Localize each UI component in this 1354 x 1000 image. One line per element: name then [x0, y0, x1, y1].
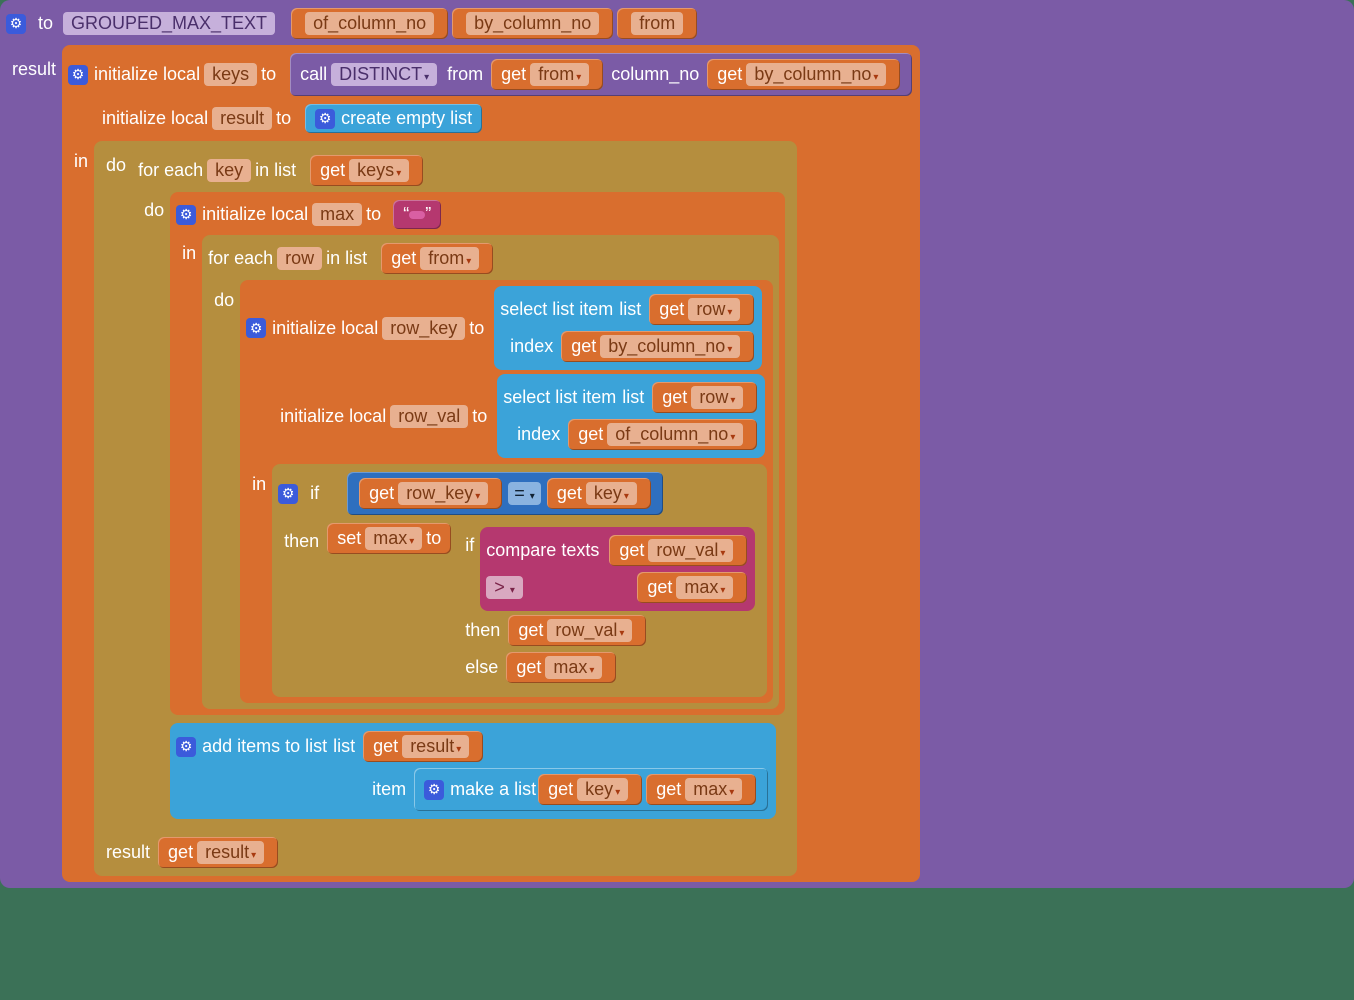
- init-local-label: initialize local: [102, 108, 208, 129]
- do-label: do: [214, 290, 234, 311]
- param-from[interactable]: from: [617, 8, 697, 39]
- call-distinct-block[interactable]: call DISTINCT▾ from get from▾ column_no …: [290, 53, 912, 96]
- for-each-key-block[interactable]: for each key in list get keys▾: [132, 147, 791, 825]
- select-list-item-rowkey[interactable]: select list item list get row▾: [494, 286, 762, 370]
- column-no-label: column_no: [611, 64, 699, 85]
- set-max-block[interactable]: set max▾ to: [327, 523, 451, 554]
- get-row-block[interactable]: get row▾: [649, 294, 754, 325]
- var-from: from▾: [530, 63, 589, 86]
- gear-icon[interactable]: [68, 65, 88, 85]
- empty-string[interactable]: [409, 211, 425, 219]
- get-of-column-no-block[interactable]: get of_column_no▾: [568, 419, 757, 450]
- in-list-label: in list: [255, 160, 296, 181]
- call-label: call: [300, 64, 327, 85]
- gear-icon[interactable]: [176, 737, 196, 757]
- gear-icon[interactable]: [176, 205, 196, 225]
- add-items-to-list-block[interactable]: add items to list list get result▾: [170, 723, 776, 819]
- var-row-key[interactable]: row_key: [382, 317, 465, 340]
- var-max[interactable]: max: [312, 203, 362, 226]
- in-label: in: [182, 243, 196, 264]
- gear-icon[interactable]: [246, 318, 266, 338]
- get-result-block-2[interactable]: get result▾: [158, 837, 278, 868]
- gear-icon[interactable]: [278, 484, 298, 504]
- do-label: do: [144, 200, 164, 221]
- select-list-item-rowval[interactable]: select list item list get row▾: [497, 374, 765, 458]
- procedure-definition-block[interactable]: to GROUPED_MAX_TEXT of_column_no by_colu…: [0, 0, 1354, 888]
- compare-texts-block[interactable]: compare texts get row_val▾: [480, 527, 755, 611]
- then-label: then: [284, 531, 319, 552]
- init-local-keys-block[interactable]: initialize local keys to call DISTINCT▾ …: [62, 45, 920, 882]
- get-row-val-block[interactable]: get row_val▾: [609, 535, 747, 566]
- in-label: in: [74, 151, 88, 172]
- gear-icon[interactable]: [315, 109, 335, 129]
- if-compare-texts-block[interactable]: if compare texts: [453, 521, 761, 691]
- gt-op[interactable]: > ▾: [486, 576, 523, 599]
- if-rowkey-eq-key-block[interactable]: if get row_key▾: [272, 464, 767, 697]
- get-keys-block[interactable]: get keys▾: [310, 155, 423, 186]
- init-local-max-block[interactable]: initialize local max to “ ”: [170, 192, 785, 715]
- get-row-block-2[interactable]: get row▾: [652, 382, 757, 413]
- in-label: in: [252, 474, 266, 495]
- equals-block[interactable]: get row_key▾ = ▾: [347, 472, 663, 515]
- var-by-column-no: by_column_no▾: [746, 63, 886, 86]
- create-empty-list-block[interactable]: create empty list: [305, 104, 482, 133]
- text-literal-block[interactable]: “ ”: [393, 200, 441, 229]
- procedure-header: to GROUPED_MAX_TEXT of_column_no by_colu…: [6, 6, 1348, 41]
- param-by-column-no[interactable]: by_column_no: [452, 8, 613, 39]
- var-keys[interactable]: keys: [204, 63, 257, 86]
- var-row-val[interactable]: row_val: [390, 405, 468, 428]
- get-by-column-no-block-2[interactable]: get by_column_no▾: [561, 331, 754, 362]
- var-key[interactable]: key: [207, 159, 251, 182]
- param-of-column-no[interactable]: of_column_no: [291, 8, 448, 39]
- var-row[interactable]: row: [277, 247, 322, 270]
- get-max-block[interactable]: get max▾: [637, 572, 747, 603]
- from-label: from: [447, 64, 483, 85]
- get-max-block-3[interactable]: get max▾: [646, 774, 756, 805]
- var-result[interactable]: result: [212, 107, 272, 130]
- init-local-label: initialize local: [94, 64, 200, 85]
- get-row-key-block[interactable]: get row_key▾: [359, 478, 502, 509]
- procedure-name[interactable]: GROUPED_MAX_TEXT: [63, 12, 275, 35]
- gear-icon[interactable]: [6, 14, 26, 34]
- to-label: to: [38, 13, 53, 34]
- do-label: do: [106, 155, 126, 176]
- init-rowkey-rowval-block[interactable]: initialize local row_key to: [240, 280, 773, 703]
- result-socket-label: result: [12, 59, 56, 80]
- distinct-proc[interactable]: DISTINCT▾: [331, 63, 437, 86]
- get-row-val-block-2[interactable]: get row_val▾: [508, 615, 646, 646]
- get-result-block[interactable]: get result▾: [363, 731, 483, 762]
- do-result-block[interactable]: do for each key in list get keys▾: [94, 141, 797, 876]
- get-from-block-2[interactable]: get from▾: [381, 243, 493, 274]
- get-key-block-2[interactable]: get key▾: [538, 774, 642, 805]
- get-from-block[interactable]: get from▾: [491, 59, 603, 90]
- to-label: to: [261, 64, 276, 85]
- equals-op[interactable]: = ▾: [508, 482, 541, 505]
- for-each-label: for each: [138, 160, 203, 181]
- get-key-block[interactable]: get key▾: [547, 478, 651, 509]
- get-max-block-2[interactable]: get max▾: [506, 652, 616, 683]
- make-a-list-block[interactable]: make a list get key▾ get: [414, 768, 768, 811]
- for-each-row-block[interactable]: for each row in list get from▾: [202, 235, 779, 709]
- result-label: result: [106, 842, 150, 863]
- get-by-column-no-block[interactable]: get by_column_no▾: [707, 59, 900, 90]
- gear-icon[interactable]: [424, 780, 444, 800]
- to-label: to: [276, 108, 291, 129]
